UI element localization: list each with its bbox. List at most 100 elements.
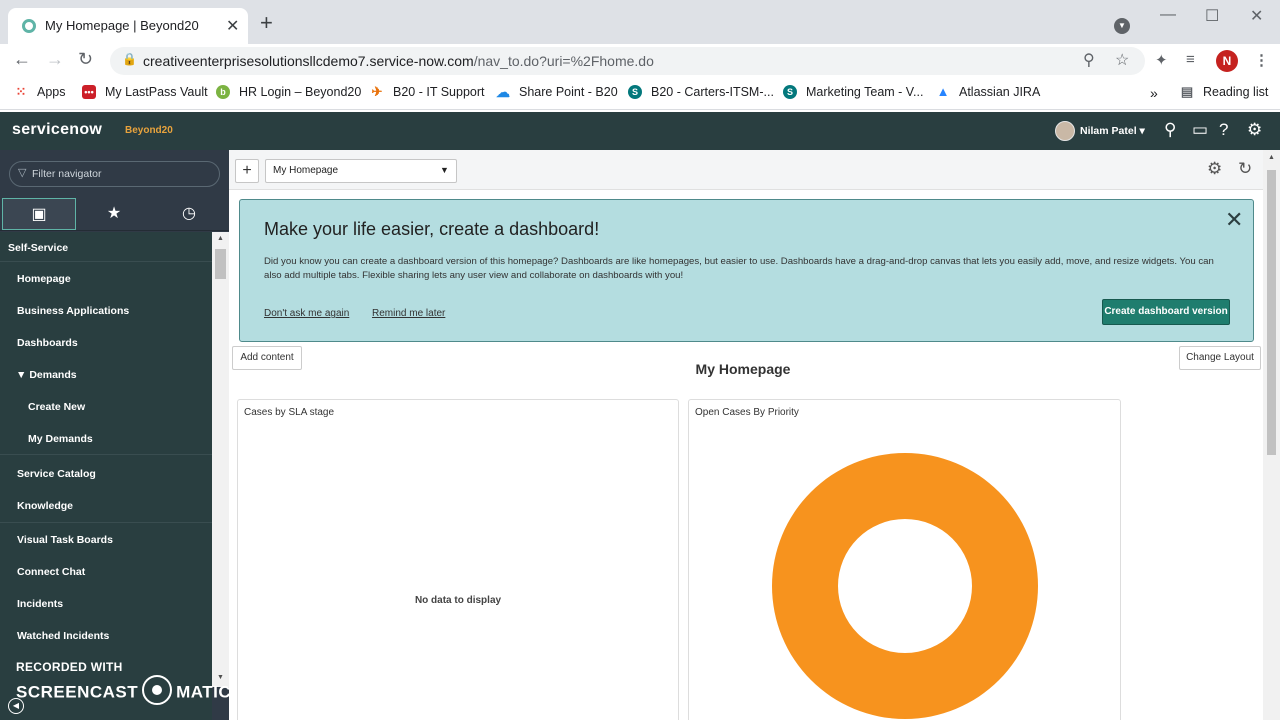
nav-item-create-new[interactable]: Create New xyxy=(28,401,212,413)
bookmark-label: Apps xyxy=(37,85,66,99)
zoom-icon[interactable]: ⚲ xyxy=(1083,50,1095,70)
jira-icon: ▲ xyxy=(936,84,950,99)
scroll-up-icon[interactable]: ▲ xyxy=(1268,154,1275,161)
profile-avatar[interactable]: N xyxy=(1216,50,1238,72)
lock-icon[interactable]: 🔒 xyxy=(122,52,137,66)
extensions-icon[interactable]: ✦ xyxy=(1155,51,1168,69)
nav-item-label: Demands xyxy=(29,369,77,381)
bookmark-it-support[interactable]: ✈ B20 - IT Support xyxy=(370,85,485,100)
bookmark-label: Share Point - B20 xyxy=(519,85,618,99)
address-bar[interactable]: 🔒 creativeenterprisesolutionsllcdemo7.se… xyxy=(110,47,1145,75)
watermark-left-text: SCREENCAST xyxy=(16,682,139,702)
history-tab[interactable]: ◷ xyxy=(152,198,226,230)
nav-item-dashboards[interactable]: Dashboards xyxy=(17,337,212,349)
bookmark-carters-itsm[interactable]: S B20 - Carters-ITSM-... xyxy=(628,85,774,99)
bookmark-label: My LastPass Vault xyxy=(105,85,208,99)
remind-later-link[interactable]: Remind me later xyxy=(372,308,445,319)
collapse-navigator-icon[interactable]: ◀ xyxy=(8,698,24,714)
nav-item-connect-chat[interactable]: Connect Chat xyxy=(17,566,212,578)
bookmark-hr-login[interactable]: b HR Login – Beyond20 xyxy=(216,85,361,99)
reload-icon[interactable]: ↻ xyxy=(78,49,93,70)
url-path: /nav_to.do?uri=%2Fhome.do xyxy=(473,53,654,69)
new-tab-icon[interactable]: + xyxy=(260,12,273,34)
archive-box-icon: ▣ xyxy=(31,206,47,223)
nav-item-homepage[interactable]: Homepage xyxy=(17,273,212,285)
connect-chat-icon[interactable]: ▭ xyxy=(1192,120,1208,140)
record-icon xyxy=(142,675,173,705)
user-menu[interactable]: Nilam Patel ▾ xyxy=(1080,125,1145,137)
navigator-list: Self-Service Homepage Business Applicati… xyxy=(0,232,212,720)
create-dashboard-button[interactable]: Create dashboard version xyxy=(1102,299,1230,325)
no-data-message: No data to display xyxy=(414,595,502,606)
nav-item-demands[interactable]: ▼ Demands xyxy=(16,369,212,381)
dropdown-caret-icon: ▼ xyxy=(440,165,449,175)
clock-icon: ◷ xyxy=(182,205,196,222)
nav-item-my-demands[interactable]: My Demands xyxy=(28,433,212,445)
homepage-settings-gear-icon[interactable]: ⚙ xyxy=(1207,159,1222,179)
nav-item-knowledge[interactable]: Knowledge xyxy=(17,500,212,512)
reading-list-label: Reading list xyxy=(1203,85,1269,99)
back-icon[interactable]: ← xyxy=(13,49,31,70)
favorites-tab[interactable]: ★ xyxy=(77,198,151,230)
close-banner-icon[interactable]: ✕ xyxy=(1225,209,1243,231)
help-icon[interactable]: ? xyxy=(1219,120,1228,140)
minimize-icon[interactable]: — xyxy=(1160,6,1176,24)
bookmark-jira[interactable]: ▲ Atlassian JIRA xyxy=(936,84,1041,100)
window-close-icon[interactable]: ✕ xyxy=(1250,6,1263,26)
scroll-up-icon[interactable]: ▲ xyxy=(217,235,224,242)
bookmarks-bar: ⁙ Apps ••• My LastPass Vault b HR Login – B… xyxy=(0,78,1280,110)
bookmark-label: HR Login – Beyond20 xyxy=(239,85,362,99)
scroll-down-icon[interactable]: ▼ xyxy=(217,674,224,681)
reading-list[interactable]: ▤ Reading list xyxy=(1180,85,1269,100)
all-applications-tab[interactable]: ▣ xyxy=(2,198,76,230)
page-title: My Homepage xyxy=(695,361,791,377)
divider xyxy=(0,454,212,455)
filter-navigator-input[interactable] xyxy=(32,166,212,182)
navigator-scrollbar[interactable]: ▲ ▼ xyxy=(212,232,229,687)
bookmark-label: Marketing Team - V... xyxy=(806,85,924,99)
filter-icon: ▽ xyxy=(18,167,27,179)
tab-search-icon[interactable]: ▼ xyxy=(1114,18,1130,34)
bookmark-sharepoint[interactable]: ☁ Share Point - B20 xyxy=(496,85,618,99)
bookmark-apps[interactable]: ⁙ Apps xyxy=(14,84,66,100)
sharepoint-icon: S xyxy=(783,85,797,99)
bookmark-lastpass[interactable]: ••• My LastPass Vault xyxy=(82,85,208,99)
nav-item-service-catalog[interactable]: Service Catalog xyxy=(17,468,212,480)
browser-toolbar: ← → ↻ 🔒 creativeenterprisesolutionsllcde… xyxy=(0,44,1280,78)
nav-section-self-service[interactable]: Self-Service xyxy=(8,242,212,254)
close-tab-icon[interactable]: ✕ xyxy=(226,16,239,36)
nav-item-visual-task-boards[interactable]: Visual Task Boards xyxy=(17,534,212,546)
user-avatar[interactable] xyxy=(1055,121,1075,141)
scrollbar-thumb[interactable] xyxy=(215,249,226,279)
lastpass-icon: ••• xyxy=(82,85,96,99)
apps-grid-icon: ⁙ xyxy=(15,84,27,99)
filter-navigator[interactable]: ▽ xyxy=(9,161,220,187)
application-navigator: ▽ ▣ ★ ◷ Self-Service Homepage Business A… xyxy=(0,150,231,720)
donut-slice-0[interactable] xyxy=(772,453,1038,719)
url-text[interactable]: creativeenterprisesolutionsllcdemo7.serv… xyxy=(143,53,654,69)
scrollbar-thumb[interactable] xyxy=(1267,170,1276,455)
forward-icon[interactable]: → xyxy=(46,49,64,70)
servicenow-logo[interactable]: servicenow xyxy=(12,121,102,139)
hr-login-icon: b xyxy=(216,85,230,99)
homepage-selector[interactable]: My Homepage ▼ xyxy=(265,159,457,183)
chrome-menu-icon[interactable]: ⋮ xyxy=(1254,51,1269,69)
nav-item-business-applications[interactable]: Business Applications xyxy=(17,305,212,317)
media-queue-icon[interactable]: ≡ xyxy=(1186,51,1195,68)
bookmark-star-icon[interactable]: ☆ xyxy=(1115,50,1129,70)
dont-ask-again-link[interactable]: Don't ask me again xyxy=(264,308,349,319)
global-search-icon[interactable]: ⚲ xyxy=(1164,120,1176,140)
bookmark-marketing-team[interactable]: S Marketing Team - V... xyxy=(783,85,923,99)
browser-tab[interactable]: My Homepage | Beyond20 ✕ xyxy=(8,8,248,44)
nav-item-watched-incidents[interactable]: Watched Incidents xyxy=(17,630,212,642)
servicenow-header: servicenow Beyond20 Nilam Patel ▾ ⚲ ▭ ? … xyxy=(0,112,1280,150)
new-homepage-button[interactable]: + xyxy=(235,159,259,183)
page-scrollbar[interactable]: ▲ xyxy=(1263,150,1280,720)
widget-title: Cases by SLA stage xyxy=(244,407,335,418)
more-bookmarks-icon[interactable]: » xyxy=(1150,85,1158,101)
maximize-icon[interactable]: ☐ xyxy=(1205,6,1219,26)
main-content: + My Homepage ▼ ⚙ ↻ Make your life easie… xyxy=(229,150,1280,720)
nav-item-incidents[interactable]: Incidents xyxy=(17,598,212,610)
refresh-icon[interactable]: ↻ xyxy=(1238,159,1252,179)
settings-gear-icon[interactable]: ⚙ xyxy=(1247,120,1262,140)
